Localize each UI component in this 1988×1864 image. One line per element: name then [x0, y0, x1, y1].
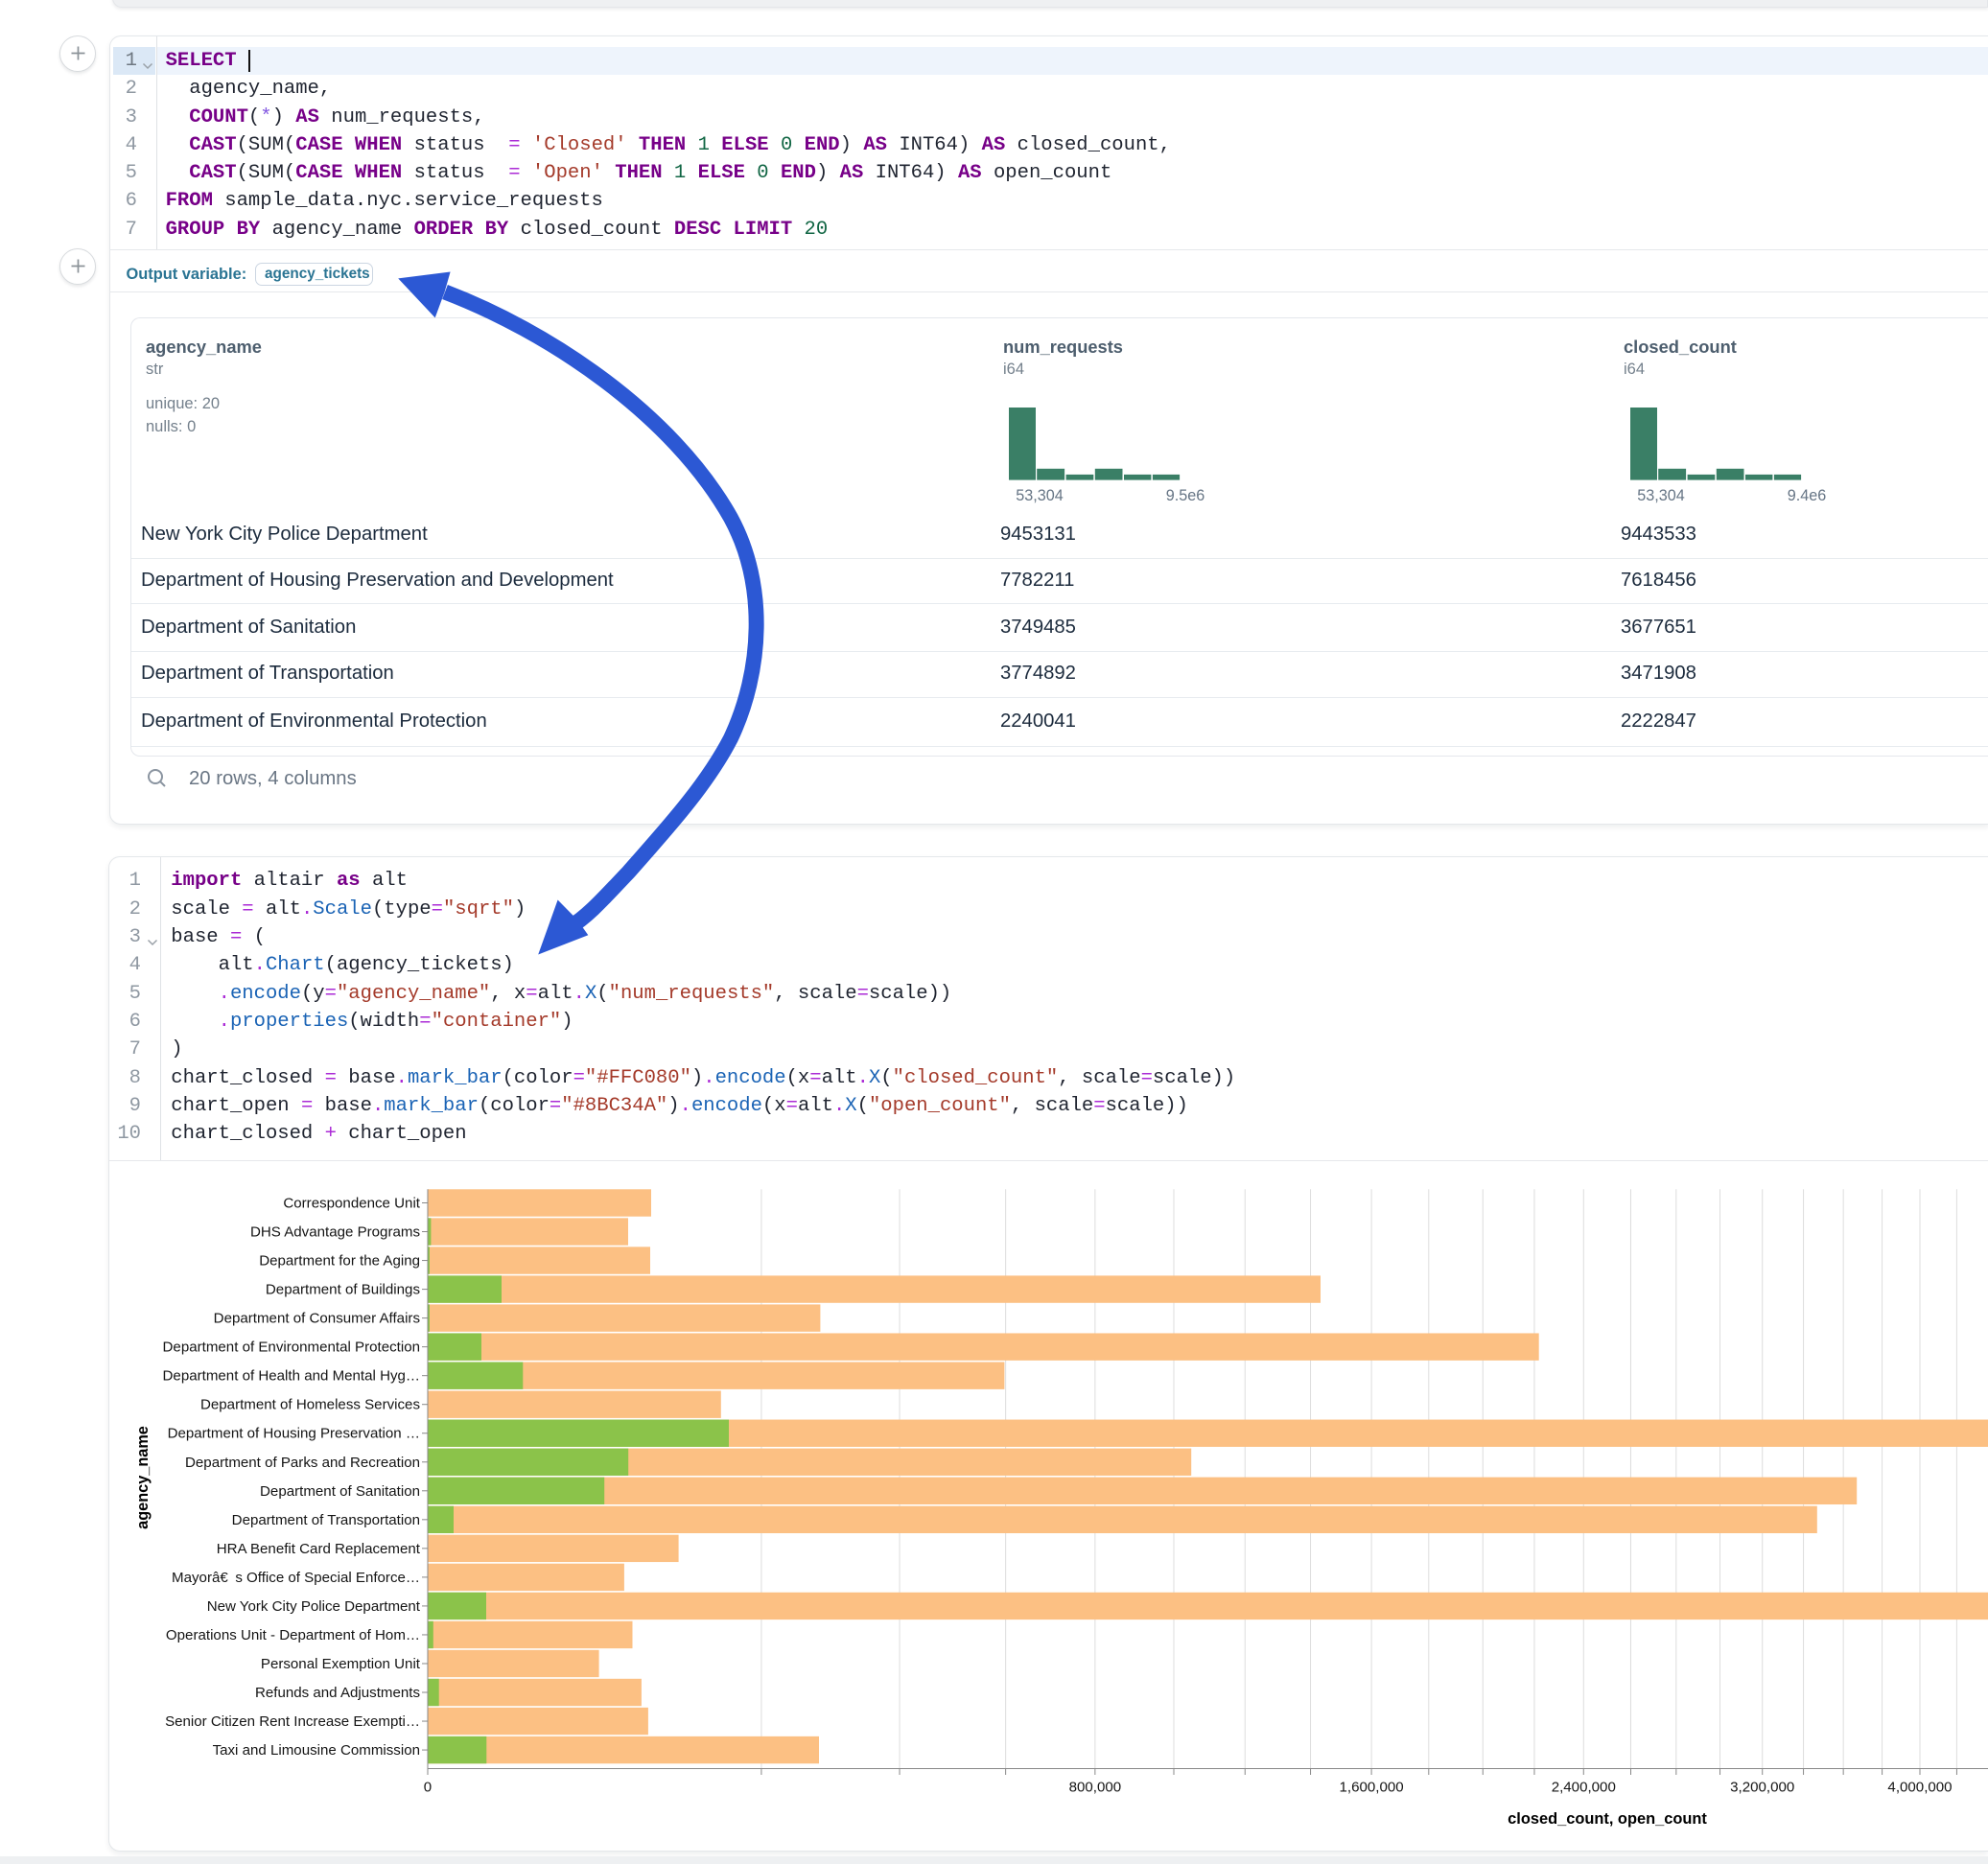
svg-text:800,000: 800,000: [1069, 1780, 1122, 1796]
svg-text:Department of Health and Menta: Department of Health and Mental Hyg…: [163, 1368, 420, 1385]
svg-text:Correspondence Unit: Correspondence Unit: [283, 1196, 420, 1212]
svg-text:Department for the Aging: Department for the Aging: [259, 1253, 420, 1270]
svg-text:Department of Parks and Recrea: Department of Parks and Recreation: [185, 1455, 420, 1471]
svg-text:Taxi and Limousine Commission: Taxi and Limousine Commission: [213, 1742, 420, 1759]
svg-text:Department of Housing Preserva: Department of Housing Preservation …: [168, 1426, 420, 1442]
svg-text:Department of Homeless Service: Department of Homeless Services: [200, 1397, 420, 1413]
svg-text:agency_name: agency_name: [134, 1426, 152, 1529]
svg-text:Personal Exemption Unit: Personal Exemption Unit: [261, 1656, 421, 1672]
svg-text:Refunds and Adjustments: Refunds and Adjustments: [255, 1685, 420, 1701]
svg-text:Operations Unit - Department o: Operations Unit - Department of Hom…: [166, 1627, 420, 1643]
svg-text:0: 0: [424, 1780, 432, 1796]
svg-text:Department of Environmental Pr: Department of Environmental Protection: [163, 1340, 420, 1356]
svg-text:Department of Consumer Affairs: Department of Consumer Affairs: [214, 1311, 420, 1327]
svg-text:Senior Citizen Rent Increase E: Senior Citizen Rent Increase Exempti…: [165, 1713, 420, 1730]
svg-text:HRA Benefit Card Replacement: HRA Benefit Card Replacement: [217, 1541, 421, 1557]
svg-text:2,400,000: 2,400,000: [1552, 1780, 1616, 1796]
svg-text:Department of Sanitation: Department of Sanitation: [260, 1483, 420, 1500]
svg-text:closed_count, open_count: closed_count, open_count: [1508, 1810, 1707, 1828]
svg-text:1,600,000: 1,600,000: [1340, 1780, 1404, 1796]
svg-text:DHS Advantage Programs: DHS Advantage Programs: [250, 1224, 420, 1241]
svg-text:Mayorâ€ s Office of Special En: Mayorâ€ s Office of Special Enforce…: [172, 1570, 420, 1586]
svg-text:Department of Buildings: Department of Buildings: [266, 1282, 420, 1298]
svg-text:New York City Police Departmen: New York City Police Department: [207, 1598, 421, 1615]
svg-text:4,000,000: 4,000,000: [1887, 1780, 1952, 1796]
svg-text:3,200,000: 3,200,000: [1730, 1780, 1794, 1796]
svg-text:Department of Transportation: Department of Transportation: [232, 1512, 420, 1528]
